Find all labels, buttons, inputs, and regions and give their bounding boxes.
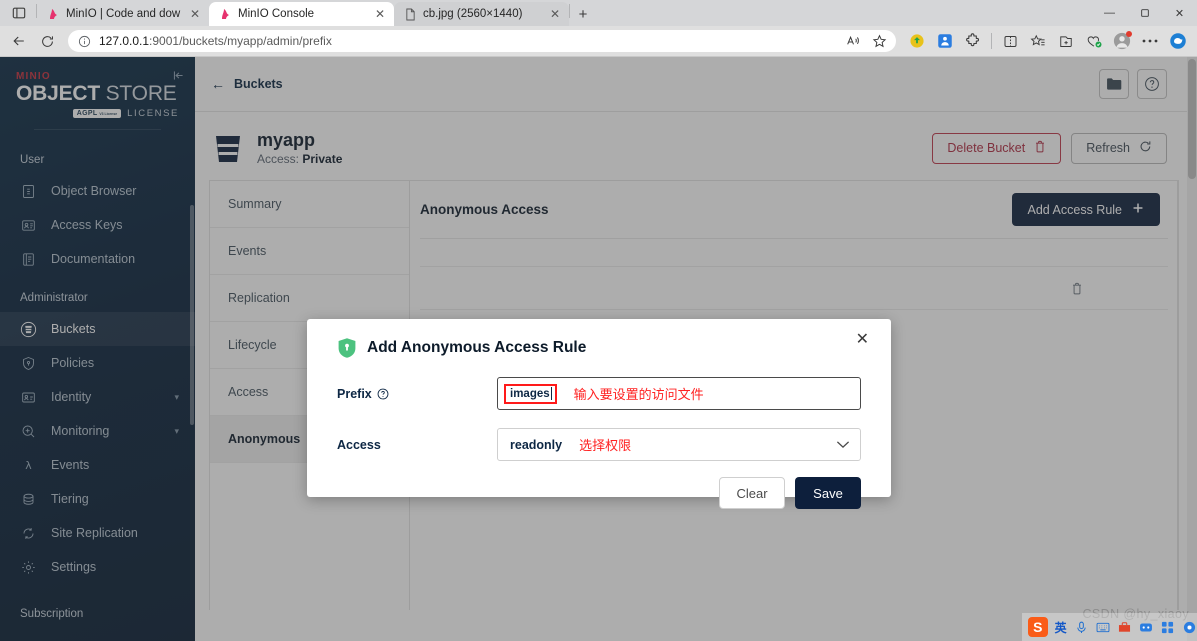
access-label-group: Access [337,438,497,452]
help-circle-icon[interactable] [377,388,389,400]
browser-tab-0-title: MinIO | Code and downloads to [66,8,181,20]
modal-title: Add Anonymous Access Rule [367,339,587,356]
browser-tab-2-title: cb.jpg (2560×1440) [423,8,523,20]
window-maximize-button[interactable] [1127,0,1162,26]
add-anonymous-access-rule-dialog: Add Anonymous Access Rule ✕ Prefix image… [307,319,891,509]
toolbox-icon[interactable] [1117,620,1132,635]
address-bar-url[interactable]: 127.0.0.1:9001/buckets/myapp/admin/prefi… [93,34,842,48]
screenshot-icon[interactable] [1139,620,1154,635]
extension-blue-icon[interactable] [932,29,958,53]
url-path: :9001/buckets/myapp/admin/prefix [149,34,332,48]
window-minimize-button[interactable]: — [1092,0,1127,26]
tab-search-button[interactable] [2,0,36,26]
prefix-input-value-highlight: images [504,383,557,404]
extension-yellow-icon[interactable] [904,29,930,53]
reload-icon[interactable] [34,29,60,53]
close-icon[interactable]: ✕ [856,332,869,348]
settings-icon[interactable] [1182,620,1197,635]
modal-title-row: Add Anonymous Access Rule [337,337,861,359]
clear-button[interactable]: Clear [719,477,785,509]
minio-favicon [219,8,232,21]
chevron-down-icon[interactable] [836,438,850,452]
browser-essentials-icon[interactable] [1081,29,1107,53]
profile-avatar[interactable] [1109,29,1135,53]
window-close-button[interactable]: ✕ [1162,0,1197,26]
file-favicon [404,8,417,21]
access-label: Access [337,437,381,452]
address-bar[interactable]: 127.0.0.1:9001/buckets/myapp/admin/prefi… [68,30,896,52]
keyboard-icon[interactable] [1095,620,1110,635]
browser-settings-more-icon[interactable] [1137,29,1163,53]
prefix-label: Prefix [337,386,372,401]
browser-tabstrip: MinIO | Code and downloads to ✕ MinIO Co… [0,0,1197,26]
new-tab-button[interactable]: + [570,2,596,26]
browser-tab-2-close[interactable]: ✕ [547,6,563,22]
minio-favicon [47,8,60,21]
window-controls: — ✕ [1092,0,1197,26]
prefix-input[interactable]: images 输入要设置的访问文件 [497,377,861,410]
sogou-ime-logo-icon[interactable]: S [1028,617,1048,637]
prefix-row: Prefix images 输入要设置的访问文件 [337,377,861,410]
access-annotation: 选择权限 [579,438,632,453]
browser-tab-1-close[interactable]: ✕ [372,6,388,22]
copilot-icon[interactable] [1165,29,1191,53]
modal-footer: Clear Save [337,477,861,509]
browser-tab-2[interactable]: cb.jpg (2560×1440) ✕ [394,2,569,26]
ime-mode-label[interactable]: 英 [1055,619,1067,636]
text-caret [550,387,552,400]
add-browser-essentials-icon[interactable] [1053,29,1079,53]
shield-lock-icon [337,337,357,359]
collections-star-icon[interactable] [1025,29,1051,53]
browser-tab-0-close[interactable]: ✕ [187,6,203,22]
prefix-label-group: Prefix [337,387,497,401]
address-bar-actions [842,31,892,51]
read-aloud-icon[interactable] [842,31,864,51]
browser-toolbar: 127.0.0.1:9001/buckets/myapp/admin/prefi… [0,26,1197,56]
browser-tab-0[interactable]: MinIO | Code and downloads to ✕ [37,2,209,26]
profile-badge [1126,31,1132,37]
split-screen-icon[interactable] [997,29,1023,53]
prefix-input-value: images [510,387,550,400]
save-button[interactable]: Save [795,477,861,509]
access-select[interactable]: readonly 选择权限 [497,428,861,461]
prefix-annotation: 输入要设置的访问文件 [573,387,704,402]
site-info-icon[interactable] [76,33,93,50]
browser-tab-1-title: MinIO Console [238,8,315,20]
apps-icon[interactable] [1161,620,1176,635]
mic-icon[interactable] [1074,620,1089,635]
extensions-puzzle-icon[interactable] [960,29,986,53]
ime-toolbar[interactable]: S 英 [1022,613,1197,641]
back-arrow-icon[interactable] [6,29,32,53]
browser-tab-1[interactable]: MinIO Console ✕ [209,2,394,26]
browser-chrome: MinIO | Code and downloads to ✕ MinIO Co… [0,0,1197,57]
toolbar-divider [991,33,992,49]
access-row: Access readonly 选择权限 [337,428,861,461]
url-host: 127.0.0.1 [99,34,150,48]
favorite-star-icon[interactable] [868,31,890,51]
access-select-value: readonly [510,437,563,452]
minio-console-app: MINIO OBJECT STORE AGPL V3 License LICEN… [0,57,1197,641]
